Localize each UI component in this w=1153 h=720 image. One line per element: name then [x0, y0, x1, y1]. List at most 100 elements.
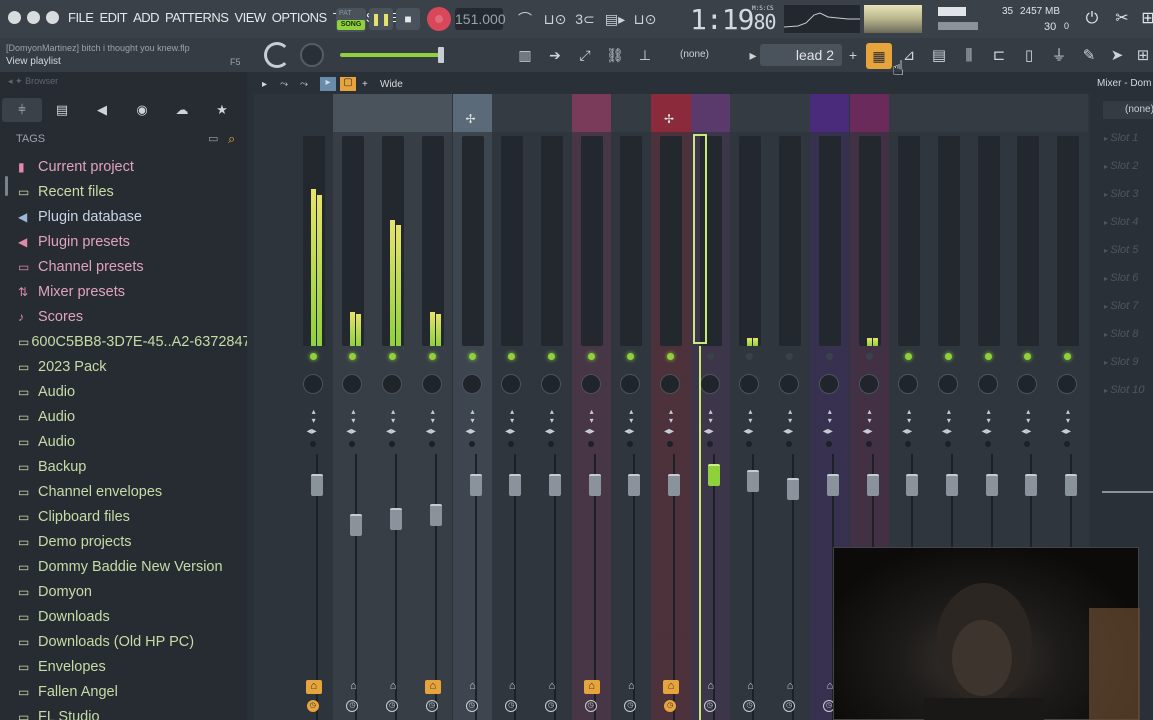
phase-button[interactable]: [984, 441, 991, 447]
fx-slot-icon[interactable]: ⌂: [705, 680, 717, 694]
menu-file[interactable]: FILE: [68, 10, 94, 25]
stereo-sep-icon[interactable]: ◂▸: [980, 426, 994, 438]
stereo-arrows-icon[interactable]: ▴ ▾: [624, 407, 638, 425]
cpu-ram-monitor[interactable]: 35 2457 MB 30 0: [936, 4, 1074, 34]
browser-item[interactable]: ▭ Dommy Baddie New Version: [0, 554, 247, 579]
web-tab-icon[interactable]: ◉: [122, 98, 162, 122]
mixer-channel-C[interactable]: [254, 94, 294, 720]
route-knob-icon[interactable]: ◷: [584, 700, 597, 712]
channel-enable-led[interactable]: [905, 353, 913, 360]
stop-button[interactable]: ■: [396, 8, 420, 30]
route-knob-icon[interactable]: ◷: [425, 700, 438, 712]
stereo-sep-icon[interactable]: ◂▸: [503, 426, 517, 438]
browser-item[interactable]: ◀ Plugin presets: [0, 229, 247, 254]
volume-fader[interactable]: [509, 474, 522, 496]
stereo-sep-icon[interactable]: ◂▸: [1019, 426, 1033, 438]
phase-button[interactable]: [944, 441, 951, 447]
effect-slot[interactable]: Slot 8: [1104, 328, 1138, 340]
menu-options[interactable]: OPTIONS: [272, 10, 328, 25]
close-window-button[interactable]: [8, 11, 21, 24]
phase-button[interactable]: [309, 441, 316, 447]
volume-fader[interactable]: [1065, 474, 1077, 496]
pan-knob[interactable]: [382, 374, 403, 394]
pan-knob[interactable]: [302, 374, 323, 394]
plug-icon[interactable]: ⏚: [1046, 44, 1072, 68]
stereo-sep-icon[interactable]: ◂▸: [622, 426, 636, 438]
stereo-sep-icon[interactable]: ◂▸: [821, 426, 835, 438]
stereo-arrows-icon[interactable]: ▴ ▾: [664, 407, 678, 425]
volume-fader[interactable]: [787, 478, 800, 500]
volume-fader[interactable]: [350, 514, 363, 536]
phase-button[interactable]: [587, 441, 594, 447]
phase-button[interactable]: [547, 441, 554, 447]
browser-item[interactable]: ▭ Audio: [0, 429, 247, 454]
record-button[interactable]: [427, 7, 451, 31]
browser-item[interactable]: ▭ Audio: [0, 404, 247, 429]
route-knob-icon[interactable]: ◷: [465, 700, 478, 712]
effect-slot[interactable]: Slot 4: [1104, 216, 1138, 228]
step-edit-icon[interactable]: ▤▸: [602, 9, 628, 29]
pan-knob[interactable]: [898, 374, 919, 394]
stereo-sep-icon[interactable]: ◂▸: [424, 426, 438, 438]
browser-item[interactable]: ▭600C5BB8-3D7E-45..A2-63728471F664: [0, 329, 247, 354]
mixer-channel-16[interactable]: ▴ ▾ ◂▸ ⌂ ◷: [611, 94, 651, 720]
browser-item[interactable]: ⇅ Mixer presets: [0, 279, 247, 304]
mixer-channel-9[interactable]: ▴ ▾ ◂▸ ⌂ ◷: [333, 94, 374, 720]
stereo-arrows-icon[interactable]: ▴ ▾: [783, 407, 797, 425]
browser-item[interactable]: ▭ Recent files: [0, 179, 247, 204]
volume-fader[interactable]: [747, 470, 760, 492]
brush-icon[interactable]: ⤢: [574, 44, 596, 66]
volume-fader[interactable]: [668, 474, 680, 496]
route-knob-icon[interactable]: ◷: [703, 700, 716, 712]
mixer-channel-19[interactable]: ▴ ▾ ◂▸ ⌂ ◷: [730, 94, 771, 720]
stereo-arrows-icon[interactable]: ▴ ▾: [942, 407, 956, 425]
stereo-sep-icon[interactable]: ◂▸: [305, 426, 319, 438]
channel-enable-led[interactable]: [786, 353, 794, 360]
mixer-channel-15[interactable]: ▴ ▾ ◂▸ ⌂ ◷: [571, 94, 612, 720]
mixer-channel-13[interactable]: ▴ ▾ ◂▸ ⌂ ◷: [492, 94, 532, 720]
scissors-icon[interactable]: ✂: [1112, 9, 1132, 29]
volume-fader[interactable]: [707, 464, 720, 486]
fx-slot-icon[interactable]: ⌂: [305, 680, 322, 694]
stereo-arrows-icon[interactable]: ▴ ▾: [307, 407, 321, 425]
browser-item[interactable]: ▭ 2023 Pack: [0, 354, 247, 379]
mixer-window-button[interactable]: ▦: [866, 43, 892, 69]
channel-enable-led[interactable]: [389, 353, 397, 360]
pen-icon[interactable]: ✎: [1076, 44, 1102, 68]
fx-slot-icon[interactable]: ⌂: [424, 680, 441, 694]
phase-button[interactable]: [746, 441, 753, 447]
menu-edit[interactable]: EDIT: [99, 10, 127, 25]
volume-fader[interactable]: [390, 508, 403, 530]
fx-slot-icon[interactable]: ⌂: [744, 680, 756, 694]
menu-patterns[interactable]: PATTERNS: [165, 10, 229, 25]
pan-knob[interactable]: [461, 374, 482, 394]
pat-song-toggle[interactable]: PAT SONG: [336, 8, 366, 32]
channel-enable-led[interactable]: [1024, 353, 1032, 360]
pan-knob[interactable]: [421, 374, 442, 394]
browser-item[interactable]: ▮ Current project: [0, 154, 247, 179]
effect-slot[interactable]: Slot 5: [1104, 244, 1138, 256]
browser-item[interactable]: ▭ Channel envelopes: [0, 479, 247, 504]
effect-slot[interactable]: Slot 9: [1104, 356, 1138, 368]
phase-button[interactable]: [786, 441, 793, 447]
effect-slot[interactable]: Slot 1: [1104, 132, 1138, 144]
phase-button[interactable]: [627, 441, 634, 447]
pan-knob[interactable]: [699, 374, 720, 394]
arrow-right-icon[interactable]: ➔: [544, 44, 566, 66]
pan-knob[interactable]: [1057, 374, 1077, 394]
files-tab-icon[interactable]: ▤: [42, 98, 82, 122]
view2-icon[interactable]: ▢: [340, 77, 356, 91]
stereo-sep-icon[interactable]: ◂▸: [384, 426, 398, 438]
volume-fader[interactable]: [429, 504, 442, 526]
channel-enable-led[interactable]: [984, 353, 992, 360]
stereo-arrows-icon[interactable]: ▴ ▾: [466, 407, 480, 425]
channel-enable-led[interactable]: [746, 353, 754, 360]
link-tool-icon[interactable]: ⤳: [300, 79, 308, 90]
add-icon[interactable]: +: [362, 79, 368, 90]
mixer-channel-17[interactable]: ✢ ▴ ▾ ◂▸ ⌂ ◷: [651, 94, 691, 720]
phase-button[interactable]: [865, 441, 872, 447]
pan-knob[interactable]: [540, 374, 561, 394]
stereo-arrows-icon[interactable]: ▴ ▾: [585, 407, 599, 425]
maximize-window-button[interactable]: [46, 11, 59, 24]
fx-slot-icon[interactable]: ⌂: [467, 680, 479, 694]
